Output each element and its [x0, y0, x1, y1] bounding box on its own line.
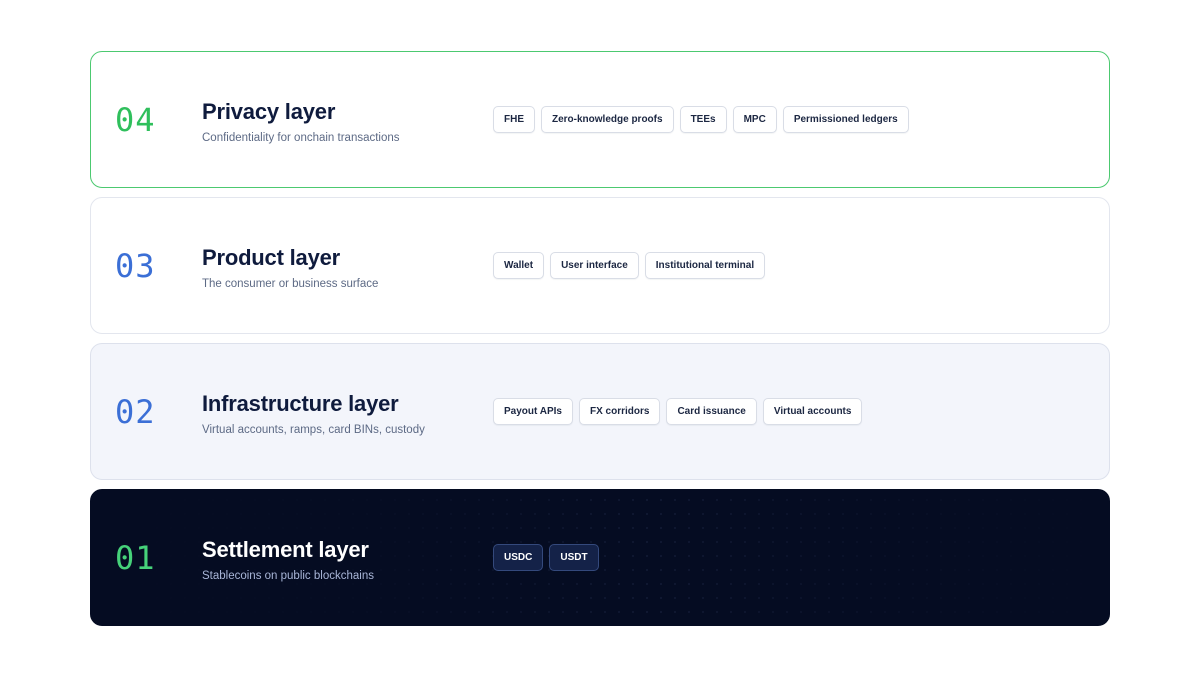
tag-payout-apis: Payout APIs: [493, 398, 573, 425]
tag-usdc: USDC: [493, 544, 544, 571]
layer-card-infrastructure: 02 Infrastructure layer Virtual accounts…: [90, 343, 1110, 480]
layer-card-settlement: 01 Settlement layer Stablecoins on publi…: [90, 489, 1110, 626]
layer-number: 03: [115, 247, 156, 285]
layer-number: 02: [115, 393, 156, 431]
tag-zero-knowledge-proofs: Zero-knowledge proofs: [541, 106, 674, 133]
layer-stack: 04 Privacy layer Confidentiality for onc…: [90, 51, 1110, 635]
layer-subtitle: Stablecoins on public blockchains: [202, 570, 374, 582]
tag-virtual-accounts: Virtual accounts: [762, 398, 863, 425]
tag-fhe: FHE: [493, 106, 535, 133]
tag-card-issuance: Card issuance: [666, 398, 757, 425]
tag-wallet: Wallet: [493, 252, 545, 279]
tag-institutional-terminal: Institutional terminal: [644, 252, 766, 279]
layer-number: 04: [115, 101, 156, 139]
tag-tees: TEEs: [679, 106, 727, 133]
layer-card-product: 03 Product layer The consumer or busines…: [90, 197, 1110, 334]
layer-subtitle: Confidentiality for onchain transactions: [202, 132, 400, 144]
tag-user-interface: User interface: [550, 252, 639, 279]
tag-list: FHE Zero-knowledge proofs TEEs MPC Permi…: [493, 106, 909, 133]
tag-mpc: MPC: [732, 106, 777, 133]
layer-title: Privacy layer: [202, 99, 336, 124]
layer-card-privacy: 04 Privacy layer Confidentiality for onc…: [90, 51, 1110, 188]
layer-subtitle: Virtual accounts, ramps, card BINs, cust…: [202, 424, 425, 436]
tag-list: Wallet User interface Institutional term…: [493, 252, 766, 279]
tag-fx-corridors: FX corridors: [578, 398, 661, 425]
layer-title: Settlement layer: [202, 537, 369, 562]
layer-title: Infrastructure layer: [202, 391, 399, 416]
layer-number: 01: [115, 539, 156, 577]
tag-list: USDC USDT: [493, 544, 599, 571]
tag-list: Payout APIs FX corridors Card issuance V…: [493, 398, 863, 425]
layer-title: Product layer: [202, 245, 341, 270]
tag-permissioned-ledgers: Permissioned ledgers: [782, 106, 909, 133]
layer-subtitle: The consumer or business surface: [202, 278, 379, 290]
tag-usdt: USDT: [549, 544, 599, 571]
